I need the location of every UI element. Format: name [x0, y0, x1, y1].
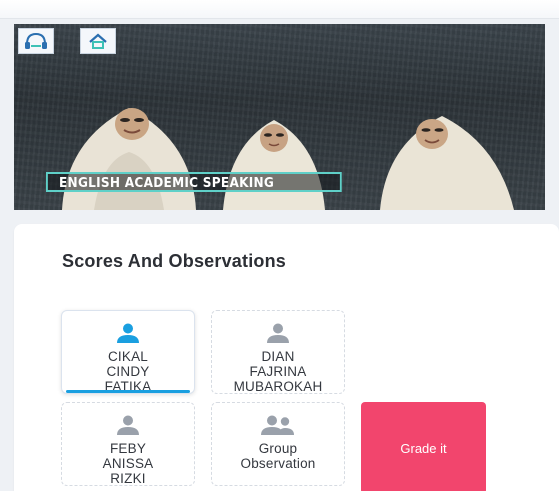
scores-card: Scores And Observations CIKAL CINDY FATI… — [14, 224, 559, 491]
student-tile-dian[interactable]: DIAN FAJRINA MUBAROKAH — [211, 310, 345, 394]
person-icon — [117, 415, 139, 435]
student-figure-middle — [223, 120, 325, 210]
tile-label: Group Observation — [240, 441, 316, 471]
student-figure-right — [380, 116, 514, 210]
person-icon — [267, 323, 289, 343]
video-player[interactable]: ENGLISH ACADEMIC SPEAKING — [14, 24, 545, 210]
selected-indicator — [66, 390, 190, 393]
student-tile-cikal[interactable]: CIKAL CINDY FATIKA — [61, 310, 195, 394]
section-title: Scores And Observations — [62, 251, 287, 271]
student-name: FEBY ANISSA RIZKI — [102, 441, 154, 486]
student-name: DIAN FAJRINA MUBAROKAH — [233, 349, 323, 394]
video-caption: ENGLISH ACADEMIC SPEAKING — [46, 172, 342, 192]
app-page: ENGLISH ACADEMIC SPEAKING Scores And Obs… — [0, 0, 559, 491]
top-bar — [0, 0, 559, 19]
headphones-logo-icon — [18, 28, 54, 54]
student-tile-feby[interactable]: FEBY ANISSA RIZKI — [61, 402, 195, 486]
group-icon — [261, 415, 294, 435]
person-icon — [117, 323, 139, 343]
student-name: CIKAL CINDY FATIKA — [104, 349, 152, 394]
group-observation-tile[interactable]: Group Observation — [211, 402, 345, 486]
house-logo-icon — [80, 28, 116, 54]
grade-it-button[interactable]: Grade it — [361, 402, 486, 491]
